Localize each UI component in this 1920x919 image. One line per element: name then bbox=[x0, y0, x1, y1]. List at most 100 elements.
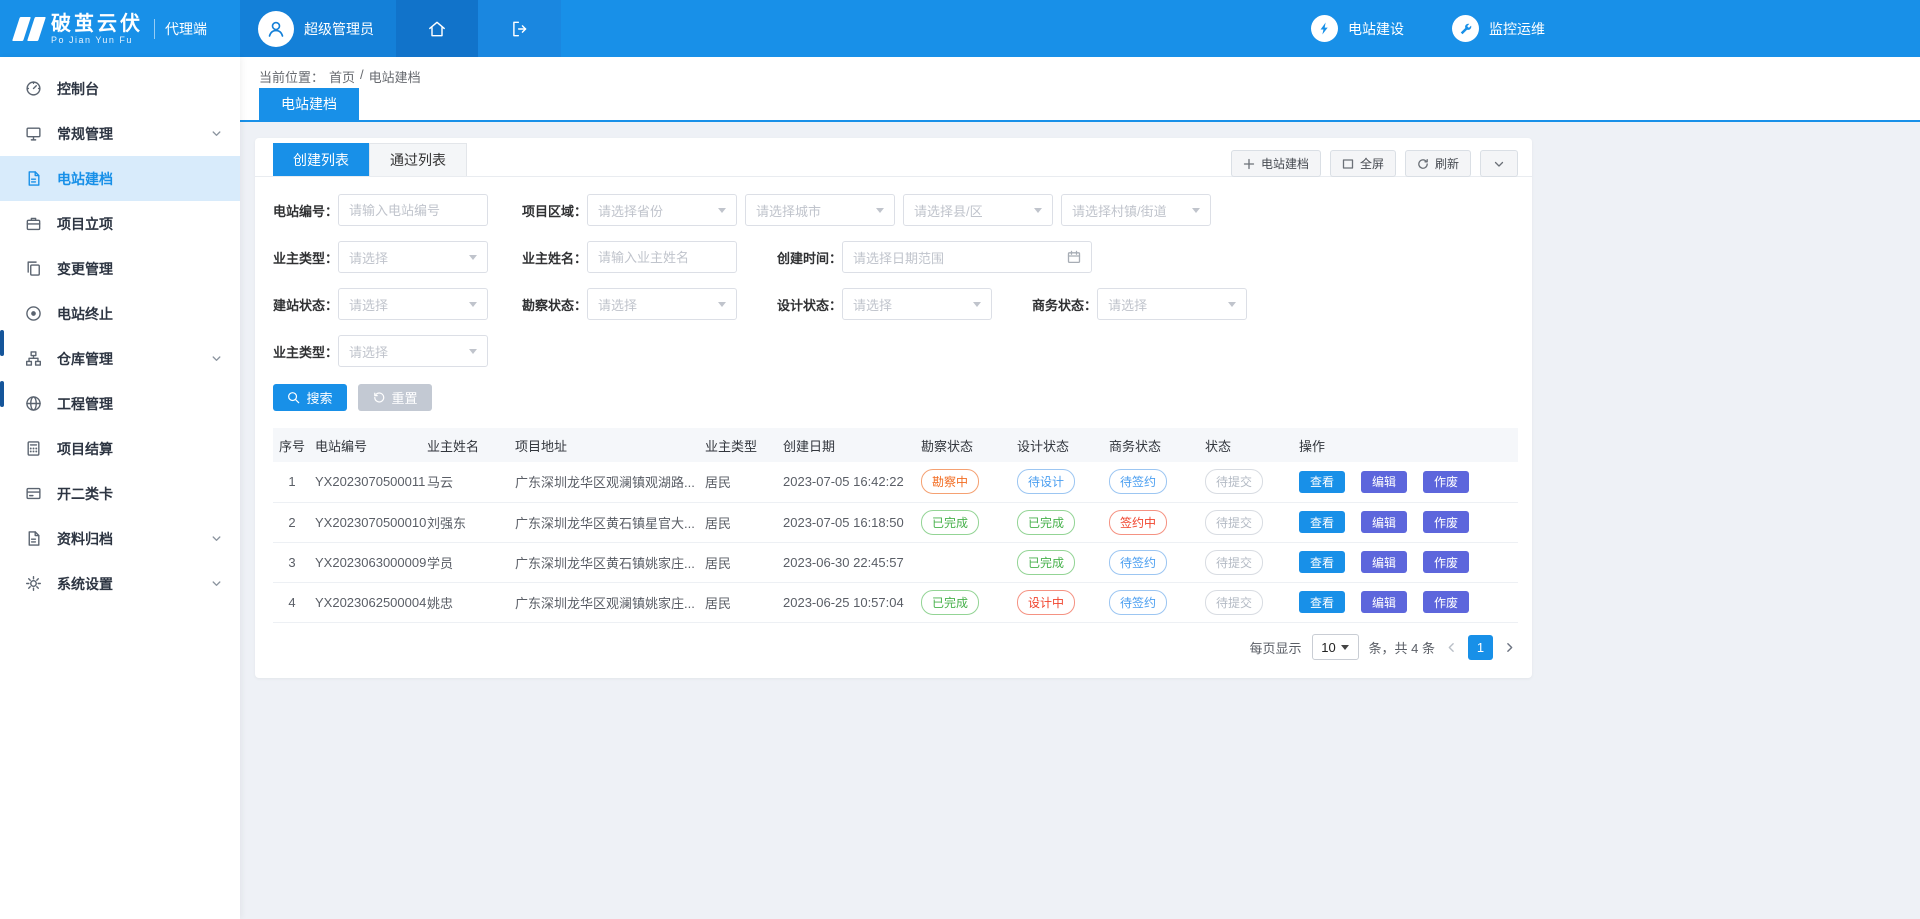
fullscreen-button[interactable]: 全屏 bbox=[1330, 150, 1396, 177]
collapse-panel-button[interactable] bbox=[1480, 150, 1518, 177]
briefcase-icon bbox=[25, 215, 42, 232]
logout-icon bbox=[510, 19, 530, 39]
station-code-input[interactable] bbox=[338, 194, 488, 226]
status-badge: 已完成 bbox=[921, 510, 979, 535]
void-button[interactable]: 作废 bbox=[1423, 551, 1469, 573]
monitor-icon bbox=[25, 125, 42, 142]
build-status-placeholder: 请选择 bbox=[349, 295, 388, 314]
create-time-label: 创建时间： bbox=[777, 248, 842, 267]
archive-document-icon bbox=[25, 530, 42, 547]
view-button[interactable]: 查看 bbox=[1299, 511, 1345, 533]
province-placeholder: 请选择省份 bbox=[598, 201, 663, 220]
nav-station-build[interactable]: 电站建设 bbox=[1311, 15, 1404, 42]
col-business: 商务状态 bbox=[1109, 428, 1205, 462]
sidebar-item-system-settings[interactable]: 系统设置 bbox=[0, 561, 240, 606]
sidebar-item-data-archive[interactable]: 资料归档 bbox=[0, 516, 240, 561]
refresh-button[interactable]: 刷新 bbox=[1405, 150, 1471, 177]
date-range-picker[interactable]: 请选择日期范围 bbox=[842, 241, 1092, 273]
page-size-select[interactable]: 10 bbox=[1312, 634, 1359, 660]
view-button[interactable]: 查看 bbox=[1299, 591, 1345, 613]
void-button[interactable]: 作废 bbox=[1423, 471, 1469, 493]
breadcrumb-home-link[interactable]: 首页 bbox=[329, 67, 355, 86]
home-button[interactable] bbox=[396, 0, 478, 57]
edit-button[interactable]: 编辑 bbox=[1361, 511, 1407, 533]
sidebar-item-station-termination[interactable]: 电站终止 bbox=[0, 291, 240, 336]
cell-seq: 4 bbox=[273, 582, 315, 622]
nav-monitor-ops[interactable]: 监控运维 bbox=[1452, 15, 1545, 42]
sitemap-icon bbox=[25, 350, 42, 367]
town-select[interactable]: 请选择村镇/街道 bbox=[1061, 194, 1211, 226]
cell-address: 广东深圳龙华区观澜镇观湖路... bbox=[515, 462, 705, 502]
cell-status: 待提交 bbox=[1205, 502, 1299, 542]
sidebar-item-engineering-mgmt[interactable]: 工程管理 bbox=[0, 381, 240, 426]
app-logo: 破茧云伏 Po Jian Yun Fu 代理端 bbox=[0, 0, 240, 57]
cell-owner: 刘强东 bbox=[427, 502, 515, 542]
search-button[interactable]: 搜索 bbox=[273, 384, 347, 411]
col-seq: 序号 bbox=[273, 428, 315, 462]
next-page-button[interactable] bbox=[1503, 641, 1516, 654]
edit-button[interactable]: 编辑 bbox=[1361, 551, 1407, 573]
stop-circle-icon bbox=[25, 305, 42, 322]
cell-code: YX2023063000009 bbox=[315, 542, 427, 582]
sidebar-item-label: 电站终止 bbox=[57, 304, 113, 324]
user-menu[interactable]: 超级管理员 bbox=[240, 0, 396, 57]
owner-name-input[interactable] bbox=[587, 241, 737, 273]
county-select[interactable]: 请选择县/区 bbox=[903, 194, 1053, 226]
sidebar-item-station-filing[interactable]: 电站建档 bbox=[0, 156, 240, 201]
caret-down-icon bbox=[718, 208, 726, 213]
city-select[interactable]: 请选择城市 bbox=[745, 194, 895, 226]
owner-type-select[interactable]: 请选择 bbox=[338, 241, 488, 273]
reset-label: 重置 bbox=[391, 388, 417, 407]
col-address: 项目地址 bbox=[515, 428, 705, 462]
sidebar-item-project-settlement[interactable]: 项目结算 bbox=[0, 426, 240, 471]
cell-business: 待签约 bbox=[1109, 542, 1205, 582]
tab-passed-list[interactable]: 通过列表 bbox=[369, 143, 467, 176]
void-button[interactable]: 作废 bbox=[1423, 591, 1469, 613]
reset-button[interactable]: 重置 bbox=[358, 384, 432, 411]
survey-status-select[interactable]: 请选择 bbox=[587, 288, 737, 320]
edit-button[interactable]: 编辑 bbox=[1361, 471, 1407, 493]
caret-down-icon bbox=[469, 255, 477, 260]
edit-button[interactable]: 编辑 bbox=[1361, 591, 1407, 613]
sidebar-item-type2-card[interactable]: 开二类卡 bbox=[0, 471, 240, 516]
tab-create-list[interactable]: 创建列表 bbox=[273, 143, 369, 176]
app-title: 破茧云伏 bbox=[51, 13, 143, 35]
logout-button[interactable] bbox=[478, 0, 561, 57]
design-status-placeholder: 请选择 bbox=[853, 295, 892, 314]
province-select[interactable]: 请选择省份 bbox=[587, 194, 737, 226]
owner-type2-select[interactable]: 请选择 bbox=[338, 335, 488, 367]
sidebar-item-change-mgmt[interactable]: 变更管理 bbox=[0, 246, 240, 291]
status-badge: 待提交 bbox=[1205, 550, 1263, 575]
page-1-button[interactable]: 1 bbox=[1468, 635, 1493, 660]
status-badge: 待提交 bbox=[1205, 510, 1263, 535]
table-row: 1 YX2023070500011 马云 广东深圳龙华区观澜镇观湖路... 居民… bbox=[273, 462, 1518, 502]
sidebar-item-project-initiation[interactable]: 项目立项 bbox=[0, 201, 240, 246]
portal-label: 代理端 bbox=[154, 19, 207, 39]
owner-type2-placeholder: 请选择 bbox=[349, 342, 388, 361]
view-button[interactable]: 查看 bbox=[1299, 471, 1345, 493]
logo-text: 破茧云伏 Po Jian Yun Fu bbox=[51, 13, 143, 45]
void-button[interactable]: 作废 bbox=[1423, 511, 1469, 533]
view-button[interactable]: 查看 bbox=[1299, 551, 1345, 573]
sidebar-item-console[interactable]: 控制台 bbox=[0, 66, 240, 111]
cell-code: YX2023070500011 bbox=[315, 462, 427, 502]
cell-type: 居民 bbox=[705, 582, 783, 622]
sidebar-item-general-mgmt[interactable]: 常规管理 bbox=[0, 111, 240, 156]
design-status-select[interactable]: 请选择 bbox=[842, 288, 992, 320]
refresh-icon bbox=[1417, 158, 1429, 170]
table-row: 4 YX2023062500004 姚忠 广东深圳龙华区观澜镇姚家庄... 居民… bbox=[273, 582, 1518, 622]
col-status: 状态 bbox=[1205, 428, 1299, 462]
business-status-select[interactable]: 请选择 bbox=[1097, 288, 1247, 320]
wrench-icon bbox=[1452, 15, 1479, 42]
cell-created: 2023-06-30 22:45:57 bbox=[783, 542, 921, 582]
sidebar-item-warehouse-mgmt[interactable]: 仓库管理 bbox=[0, 336, 240, 381]
prev-page-button[interactable] bbox=[1445, 641, 1458, 654]
sidebar-item-label: 项目立项 bbox=[57, 214, 113, 234]
add-station-button[interactable]: 电站建档 bbox=[1231, 150, 1321, 177]
page-tab-station-filing[interactable]: 电站建档 bbox=[259, 88, 359, 120]
status-badge: 设计中 bbox=[1017, 590, 1075, 615]
status-badge: 待设计 bbox=[1017, 469, 1075, 494]
status-badge: 签约中 bbox=[1109, 510, 1167, 535]
cell-actions: 查看编辑作废 bbox=[1299, 462, 1518, 502]
build-status-select[interactable]: 请选择 bbox=[338, 288, 488, 320]
